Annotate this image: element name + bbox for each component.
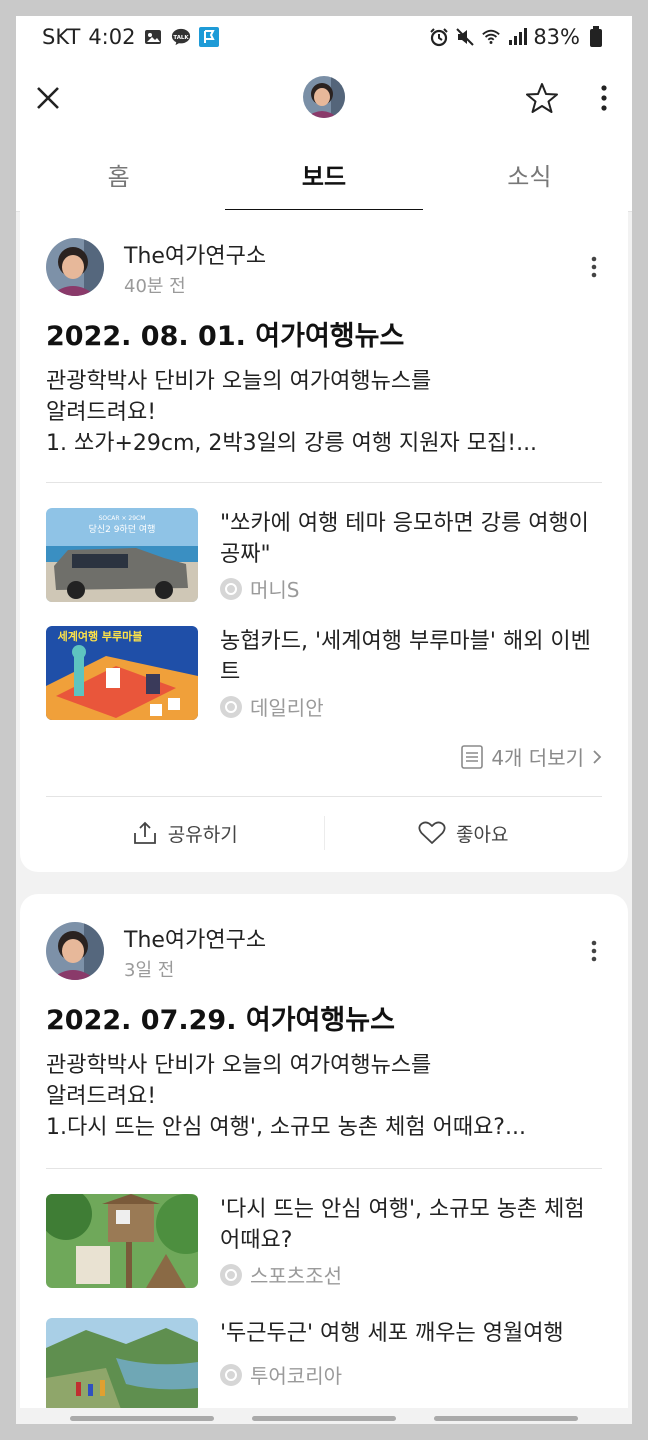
news-source: 데일리안 bbox=[220, 692, 324, 721]
nav-recent-handle[interactable] bbox=[434, 1416, 578, 1421]
like-button[interactable]: 좋아요 bbox=[325, 798, 603, 868]
post-body[interactable]: 관광학박사 단비가 오늘의 여가여행뉴스를 알려드려요! 1.다시 뜨는 안심 … bbox=[46, 1050, 606, 1143]
news-source: 투어코리아 bbox=[220, 1360, 342, 1389]
source-icon bbox=[220, 695, 242, 718]
talk-icon: TALK bbox=[171, 27, 191, 47]
author-name[interactable]: The여가연구소 bbox=[124, 238, 266, 270]
more-vertical-icon bbox=[591, 940, 597, 962]
post-time: 3일 전 bbox=[124, 960, 175, 981]
divider bbox=[46, 482, 602, 483]
author-name[interactable]: The여가연구소 bbox=[124, 922, 266, 954]
divider bbox=[46, 1168, 602, 1169]
image-icon bbox=[143, 27, 163, 47]
thumb-caption: 당신2 9하던 여행 bbox=[89, 523, 156, 535]
news-title[interactable]: 농협카드, '세계여행 부루마블' 해외 이벤트 bbox=[220, 626, 606, 688]
like-label: 좋아요 bbox=[456, 823, 509, 846]
wifi-icon bbox=[481, 27, 501, 47]
news-source: 머니S bbox=[220, 574, 300, 603]
header-more-button[interactable] bbox=[586, 78, 622, 118]
avatar[interactable] bbox=[46, 922, 104, 980]
news-item[interactable]: '두근두근' 여행 세포 깨우는 영월여행 투어코리아 bbox=[46, 1318, 606, 1414]
flag-icon bbox=[199, 27, 220, 47]
share-icon bbox=[133, 821, 156, 844]
news-source-name: 스포츠조선 bbox=[250, 1264, 342, 1288]
post-title[interactable]: 2022. 08. 01. 여가여행뉴스 bbox=[46, 314, 404, 353]
news-title[interactable]: '다시 뜨는 안심 여행', 소규모 농촌 체험 어때요? bbox=[220, 1194, 606, 1256]
news-thumbnail: SOCAR × 29CM 당신2 9하던 여행 bbox=[46, 508, 198, 602]
more-news-label: 4개 더보기 bbox=[491, 746, 584, 770]
nav-home-handle[interactable] bbox=[252, 1416, 396, 1421]
more-news-link[interactable]: 4개 더보기 bbox=[461, 742, 602, 771]
news-source-name: 투어코리아 bbox=[250, 1364, 342, 1388]
news-title[interactable]: '두근두근' 여행 세포 깨우는 영월여행 bbox=[220, 1318, 606, 1349]
svg-text:TALK: TALK bbox=[174, 35, 190, 41]
news-thumbnail bbox=[46, 1318, 198, 1412]
share-button[interactable]: 공유하기 bbox=[46, 798, 324, 868]
post-title[interactable]: 2022. 07.29. 여가여행뉴스 bbox=[46, 998, 395, 1037]
list-icon bbox=[461, 744, 484, 769]
news-item[interactable]: SOCAR × 29CM 당신2 9하던 여행 "쏘카에 여행 테마 응모하면 … bbox=[46, 508, 606, 604]
news-item[interactable]: 세계여행 부루마블 농협카드, '세계여행 부루마블' 해외 이벤트 데일리안 bbox=[46, 626, 606, 722]
star-icon bbox=[526, 83, 558, 113]
more-vertical-icon bbox=[601, 85, 607, 111]
tab-board[interactable]: 보드 bbox=[221, 138, 426, 212]
close-icon bbox=[37, 87, 59, 109]
post-time: 40분 전 bbox=[124, 276, 186, 297]
app-header bbox=[16, 58, 632, 138]
app-frame: SKT 4:02 TALK 83% 홈 보드 소식 The여가연구소 40분 전… bbox=[16, 16, 632, 1424]
signal-icon bbox=[507, 27, 528, 47]
source-icon bbox=[220, 1263, 242, 1286]
news-thumbnail bbox=[46, 1194, 198, 1288]
close-button[interactable] bbox=[28, 78, 68, 118]
share-label: 공유하기 bbox=[167, 823, 238, 846]
post-more-button[interactable] bbox=[582, 936, 606, 966]
post-card: The여가연구소 3일 전 2022. 07.29. 여가여행뉴스 관광학박사 … bbox=[20, 894, 628, 1424]
news-source-name: 데일리안 bbox=[250, 696, 324, 720]
channel-avatar[interactable] bbox=[303, 76, 345, 118]
alarm-icon bbox=[429, 27, 449, 47]
system-nav-bar bbox=[16, 1408, 632, 1424]
source-icon bbox=[220, 1363, 242, 1386]
favorite-button[interactable] bbox=[522, 78, 562, 118]
mute-icon bbox=[455, 27, 475, 47]
tab-bar: 홈 보드 소식 bbox=[16, 138, 632, 212]
post-more-button[interactable] bbox=[582, 252, 606, 282]
avatar[interactable] bbox=[46, 238, 104, 296]
svg-text:SOCAR × 29CM: SOCAR × 29CM bbox=[99, 515, 146, 522]
post-author-row: The여가연구소 40분 전 bbox=[46, 238, 606, 300]
post-card: The여가연구소 40분 전 2022. 08. 01. 여가여행뉴스 관광학박… bbox=[20, 210, 628, 872]
post-author-row: The여가연구소 3일 전 bbox=[46, 922, 606, 984]
battery-percent: 83% bbox=[533, 25, 580, 49]
chevron-right-icon bbox=[593, 749, 602, 764]
carrier-label: SKT bbox=[42, 25, 81, 49]
source-icon bbox=[220, 577, 242, 600]
news-title[interactable]: "쏘카에 여행 테마 응모하면 강릉 여행이 공짜" bbox=[220, 508, 606, 570]
post-actions: 공유하기 좋아요 bbox=[46, 798, 602, 868]
news-thumbnail: 세계여행 부루마블 bbox=[46, 626, 198, 720]
more-vertical-icon bbox=[591, 256, 597, 278]
heart-icon bbox=[418, 821, 446, 844]
tab-news[interactable]: 소식 bbox=[427, 138, 632, 211]
status-bar: SKT 4:02 TALK 83% bbox=[16, 16, 632, 58]
tab-home[interactable]: 홈 bbox=[16, 138, 221, 211]
news-source: 스포츠조선 bbox=[220, 1260, 342, 1289]
news-source-name: 머니S bbox=[250, 578, 300, 602]
clock: 4:02 bbox=[88, 25, 136, 49]
nav-back-handle[interactable] bbox=[70, 1416, 214, 1421]
post-body[interactable]: 관광학박사 단비가 오늘의 여가여행뉴스를 알려드려요! 1. 쏘가+29cm,… bbox=[46, 366, 606, 459]
battery-icon bbox=[586, 26, 606, 47]
thumb-caption: 세계여행 부루마블 bbox=[58, 629, 143, 643]
news-item[interactable]: '다시 뜨는 안심 여행', 소규모 농촌 체험 어때요? 스포츠조선 bbox=[46, 1194, 606, 1290]
divider bbox=[46, 796, 602, 797]
